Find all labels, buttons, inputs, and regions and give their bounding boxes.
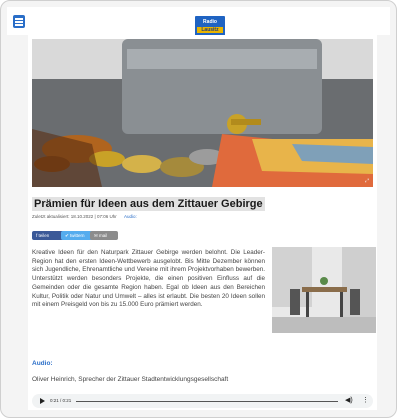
- side-image[interactable]: [272, 247, 376, 333]
- share-twitter-button[interactable]: ✔ twittern: [61, 231, 93, 240]
- top-bar: Radio Lausitz: [7, 7, 390, 36]
- audio-label: Audio:: [32, 360, 53, 367]
- browser-frame: Radio Lausitz ⤢ Prämien für Ideen aus de…: [0, 0, 397, 418]
- logo-line1: Radio: [203, 19, 217, 25]
- cashbox-with-money-photo-icon: [32, 39, 373, 187]
- article-headline: Prämien für Ideen aus dem Zittauer Gebir…: [32, 197, 265, 211]
- audio-time: 0:21 / 0:21: [50, 398, 72, 403]
- share-facebook-button[interactable]: f teilen: [32, 231, 64, 240]
- outdoor-furniture-photo-icon: [272, 247, 376, 333]
- article-body: Kreative Ideen für den Naturpark Zittaue…: [32, 249, 265, 309]
- audio-player[interactable]: 0:21 / 0:21 ◀) ⋮: [32, 394, 373, 408]
- audio-description: Oliver Heinrich, Sprecher der Zittauer S…: [32, 376, 229, 383]
- play-icon[interactable]: [40, 398, 45, 404]
- logo-line2: Lausitz: [197, 27, 223, 33]
- audio-progress-track[interactable]: [76, 400, 338, 402]
- hero-credit-icon: ⤢: [364, 178, 369, 184]
- article-content: ⤢ Prämien für Ideen aus dem Zittauer Geb…: [28, 35, 377, 410]
- updated-text: Zuletzt aktualisiert: 18.10.2022 | 07:06…: [32, 214, 117, 219]
- share-mail-button[interactable]: ✉ mail: [90, 231, 118, 240]
- menu-icon[interactable]: [13, 15, 25, 28]
- article-meta: Zuletzt aktualisiert: 18.10.2022 | 07:06…: [32, 214, 137, 219]
- audio-meta-link[interactable]: Audio:: [124, 214, 137, 219]
- hero-image: ⤢: [32, 39, 373, 187]
- volume-icon[interactable]: ◀): [345, 397, 353, 405]
- share-mail-label: mail: [99, 233, 108, 238]
- radio-logo[interactable]: Radio Lausitz: [195, 16, 225, 36]
- more-vertical-icon[interactable]: ⋮: [362, 397, 369, 405]
- share-facebook-label: teilen: [38, 233, 50, 238]
- share-twitter-label: twittern: [70, 233, 85, 238]
